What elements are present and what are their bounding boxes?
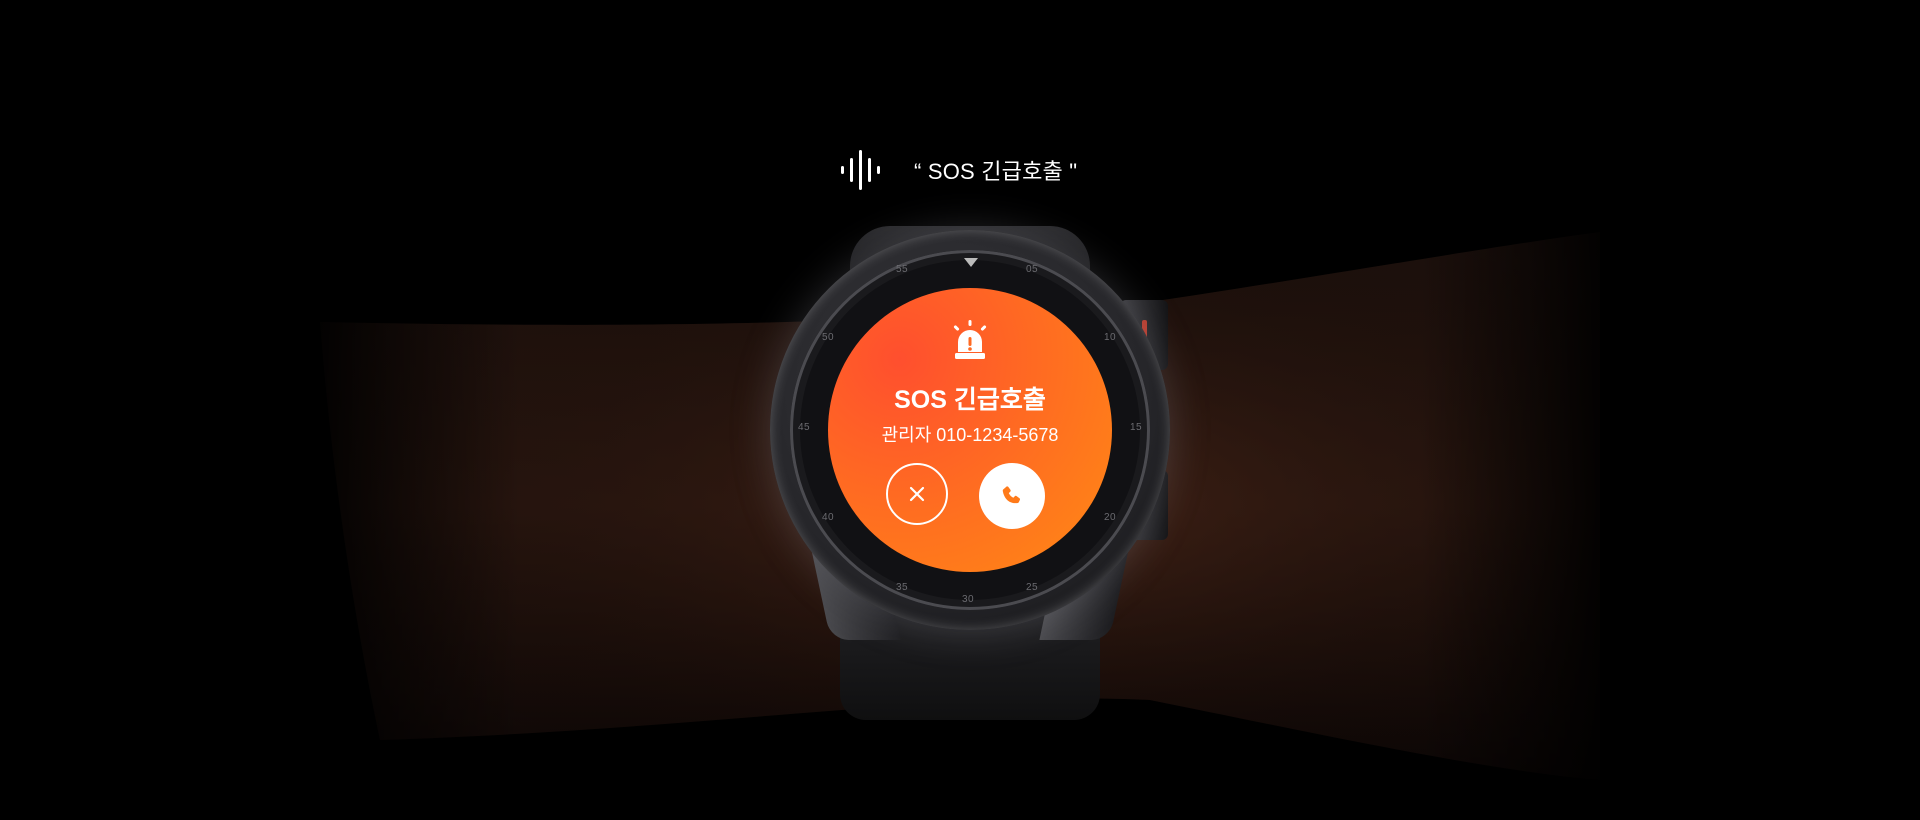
bezel-marker-icon: [964, 258, 978, 267]
bezel-number: 25: [1026, 582, 1039, 593]
bezel-number: 05: [1026, 264, 1039, 275]
product-stage: “ SOS 긴급호출 " 05 10 15 20 25 30 35 40 45 …: [0, 0, 1920, 820]
bezel-number: 40: [822, 512, 835, 523]
bezel-number: 10: [1104, 332, 1117, 343]
voice-wave-icon: [841, 150, 880, 190]
caller-info: 관리자 010-1234-5678: [881, 425, 1059, 445]
phone-icon: [1002, 486, 1021, 504]
voice-command-text: “ SOS 긴급호출 ": [914, 159, 1078, 184]
watch-screen: SOS 긴급호출 관리자 010-1234-5678: [828, 288, 1112, 572]
call-title: SOS 긴급호출: [894, 386, 1046, 414]
bezel-number: 30: [962, 594, 975, 605]
bezel-number: 20: [1104, 512, 1117, 523]
siren-icon: [953, 320, 987, 359]
bezel-number: 15: [1130, 422, 1143, 433]
watch-rotating-bezel[interactable]: 05 10 15 20 25 30 35 40 45 50 55 SOS 긴급호…: [790, 250, 1150, 610]
decline-call-button[interactable]: [886, 463, 948, 525]
smartwatch: 05 10 15 20 25 30 35 40 45 50 55 SOS 긴급호…: [750, 220, 1190, 720]
bezel-number: 50: [822, 332, 835, 343]
watch-case: 05 10 15 20 25 30 35 40 45 50 55 SOS 긴급호…: [770, 230, 1170, 630]
accept-call-button[interactable]: [979, 463, 1045, 529]
close-icon: [909, 486, 925, 502]
bezel-number: 35: [896, 582, 909, 593]
bezel-number: 55: [896, 264, 909, 275]
voice-command-prompt: “ SOS 긴급호출 ": [838, 150, 1077, 190]
bezel-number: 45: [798, 422, 811, 433]
